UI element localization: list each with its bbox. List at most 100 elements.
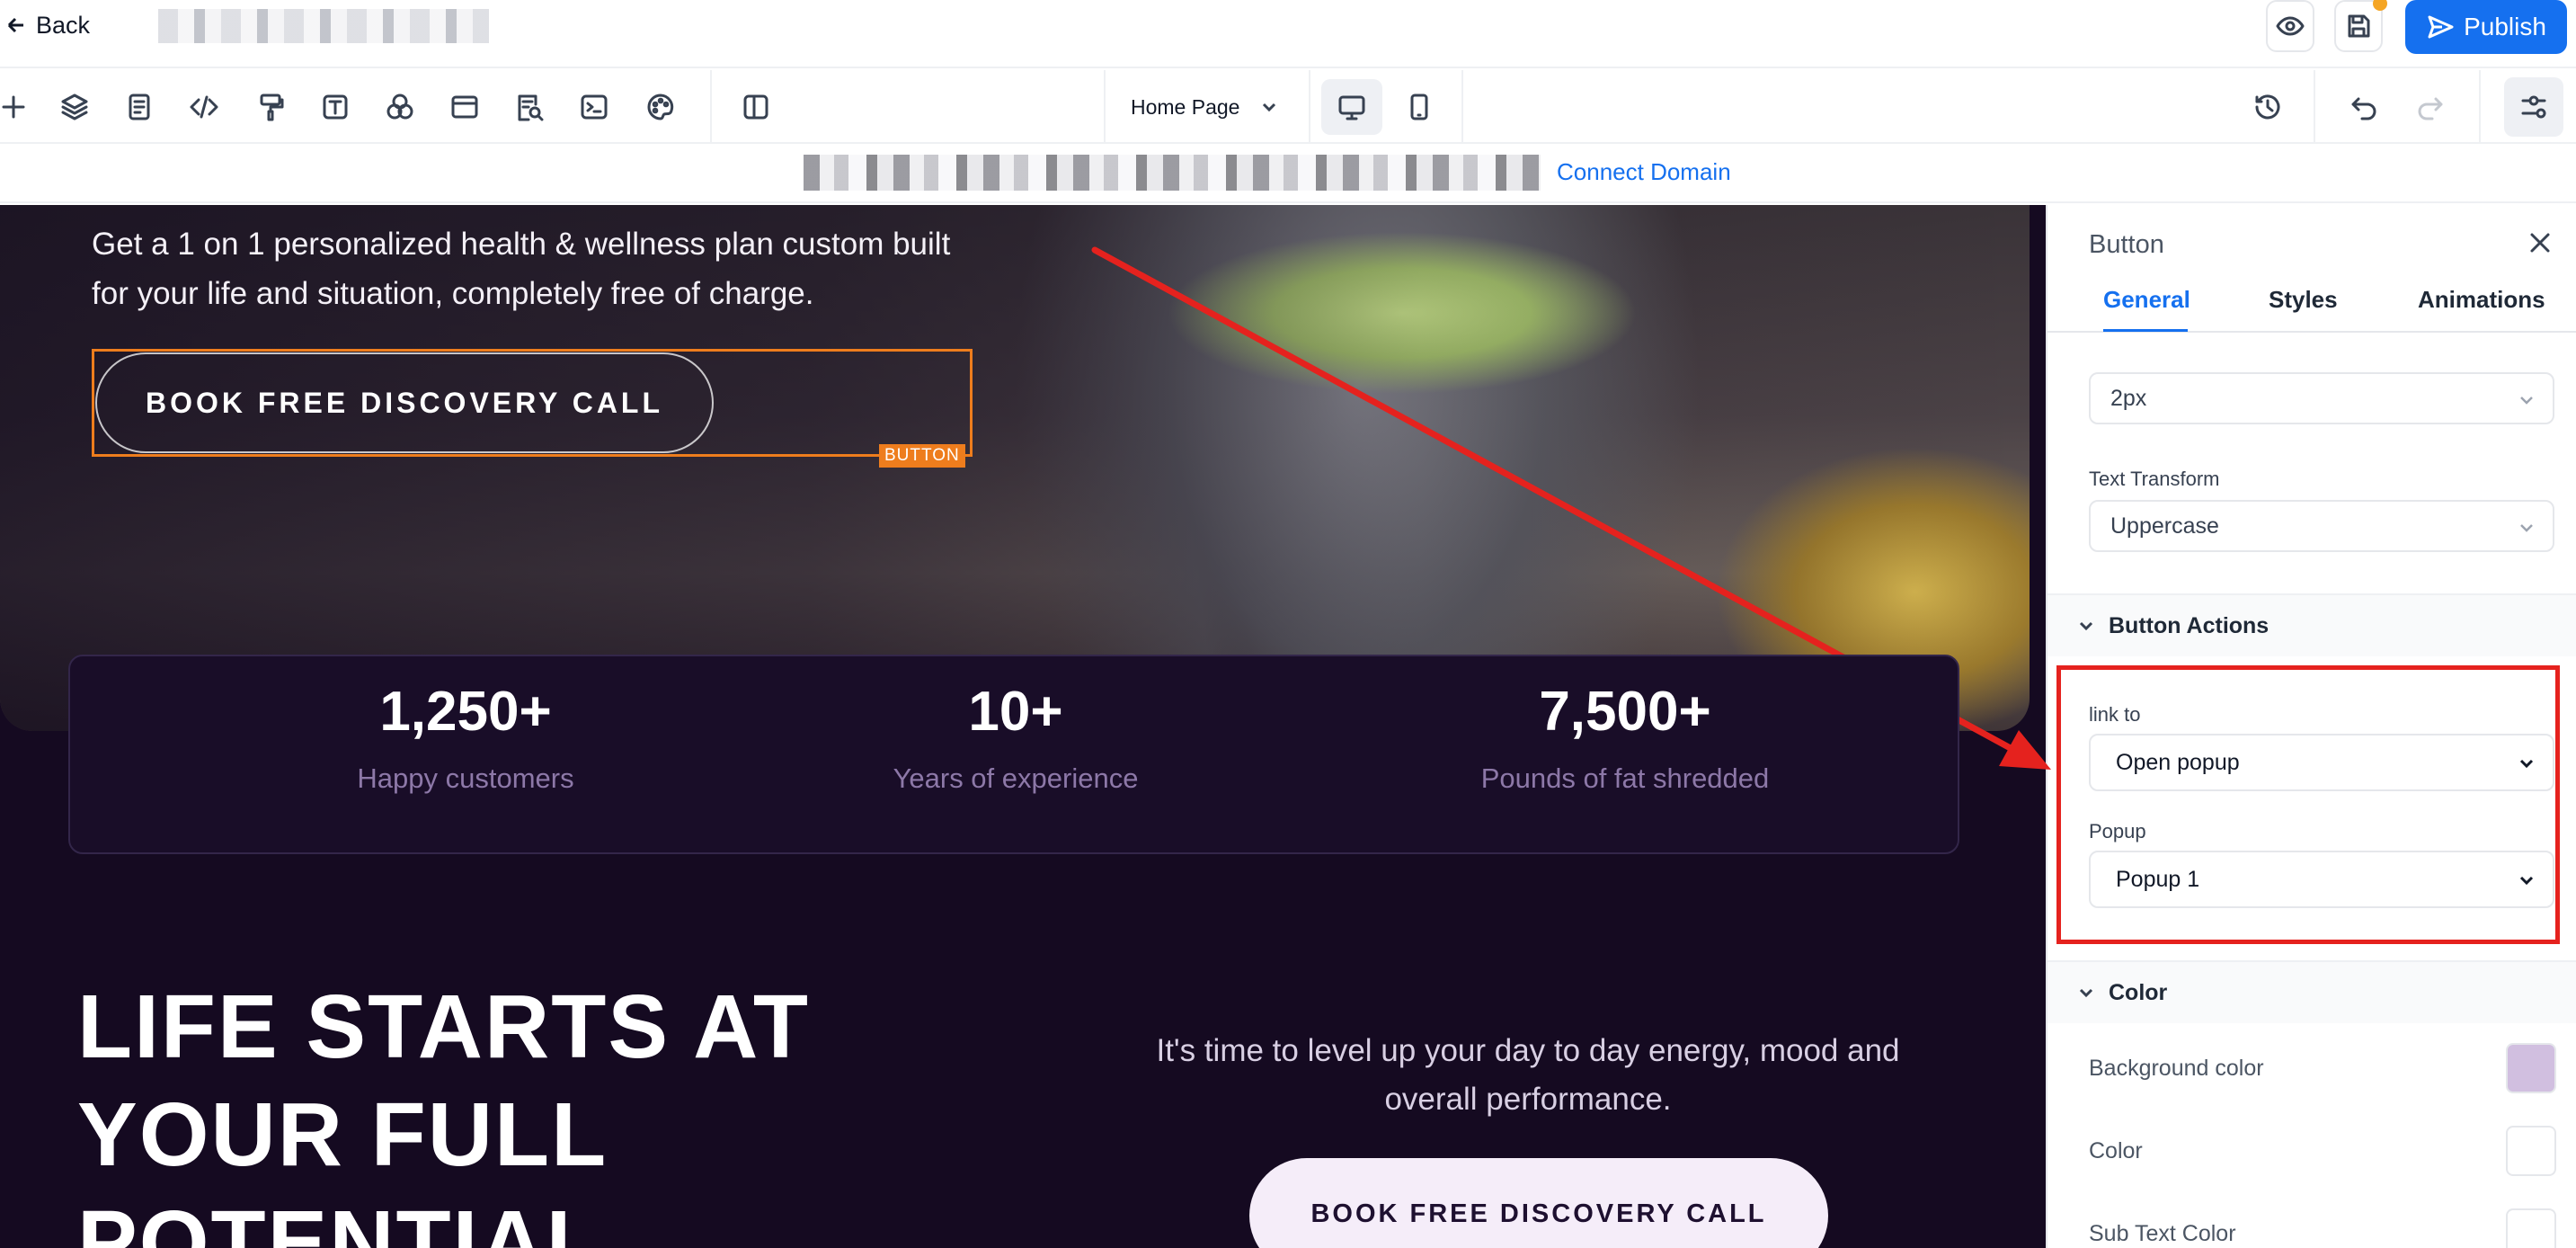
palette-icon bbox=[647, 94, 674, 120]
stat-item: 7,500+ Pounds of fat shredded bbox=[1409, 680, 1841, 795]
tab-styles[interactable]: Styles bbox=[2269, 286, 2338, 314]
redo-icon bbox=[2418, 97, 2443, 120]
hero-subtitle[interactable]: Get a 1 on 1 personalized health & welln… bbox=[92, 219, 973, 318]
chevron-down-icon bbox=[2520, 397, 2533, 405]
stat-item: 1,250+ Happy customers bbox=[250, 680, 681, 795]
publish-label: Publish bbox=[2464, 13, 2546, 40]
typography-button[interactable] bbox=[316, 88, 354, 126]
plus-icon bbox=[2, 95, 25, 119]
tab-animations[interactable]: Animations bbox=[2418, 286, 2545, 314]
layers-icon bbox=[61, 94, 88, 120]
document-icon bbox=[129, 94, 150, 120]
button-actions-section-header[interactable]: Button Actions bbox=[2047, 593, 2576, 656]
undo-button[interactable] bbox=[2346, 88, 2384, 126]
text-color-swatch[interactable] bbox=[2506, 1126, 2556, 1176]
history-icon bbox=[2255, 94, 2280, 120]
settings-panel-button[interactable] bbox=[2504, 77, 2563, 137]
panel-title: Button bbox=[2089, 230, 2164, 259]
subtext-color-swatch[interactable] bbox=[2506, 1208, 2556, 1248]
text-icon bbox=[323, 94, 348, 120]
add-element-button[interactable] bbox=[0, 88, 32, 126]
text-transform-label: Text Transform bbox=[2089, 468, 2220, 490]
stat-value: 10+ bbox=[968, 681, 1063, 743]
active-tab-indicator bbox=[2103, 329, 2188, 332]
styles-button[interactable] bbox=[252, 88, 289, 126]
properties-panel: Button General Styles Animations 2px Tex… bbox=[2046, 205, 2576, 1248]
hero-cta-button[interactable]: BOOK FREE DISCOVERY CALL bbox=[95, 352, 714, 453]
columns-icon bbox=[743, 94, 768, 120]
page-select[interactable]: Home Page bbox=[1106, 88, 1279, 126]
stat-label: Happy customers bbox=[357, 762, 574, 794]
chevron-down-icon bbox=[2079, 988, 2093, 998]
layers-button[interactable] bbox=[56, 88, 93, 126]
smartphone-icon bbox=[1410, 94, 1428, 120]
redo-button[interactable] bbox=[2411, 88, 2448, 126]
editor-toolbar: Home Page bbox=[0, 70, 2576, 144]
color-label: Color bbox=[2089, 1137, 2143, 1163]
unsaved-indicator-dot bbox=[2373, 0, 2387, 11]
annotation-highlight-box bbox=[2056, 665, 2560, 944]
terminal-icon bbox=[581, 94, 608, 120]
chevron-down-icon bbox=[1263, 103, 1276, 112]
top-bar: Back Publish bbox=[0, 0, 2576, 68]
sliders-icon bbox=[2521, 95, 2546, 119]
document-search-icon bbox=[518, 94, 544, 121]
stat-value: 7,500+ bbox=[1539, 681, 1711, 743]
subtext-color-row: Sub Text Color bbox=[2089, 1208, 2556, 1248]
preview-button[interactable] bbox=[2266, 0, 2314, 52]
button-actions-label: Button Actions bbox=[2109, 612, 2270, 638]
tab-general[interactable]: General bbox=[2103, 286, 2190, 314]
subtext-color-label: Sub Text Color bbox=[2089, 1220, 2236, 1246]
circles-icon bbox=[386, 94, 413, 120]
scripts-button[interactable] bbox=[575, 88, 613, 126]
code-icon bbox=[190, 95, 218, 119]
theme-button[interactable] bbox=[642, 88, 680, 126]
selected-element-tag: BUTTON bbox=[879, 444, 965, 468]
undo-icon bbox=[2351, 97, 2376, 120]
page-canvas: Get a 1 on 1 personalized health & welln… bbox=[0, 205, 2046, 1248]
popups-button[interactable] bbox=[446, 88, 484, 126]
background-color-row: Background color bbox=[2089, 1043, 2556, 1093]
site-name-redacted bbox=[158, 9, 489, 43]
desktop-view-button[interactable] bbox=[1321, 79, 1382, 135]
color-section-header[interactable]: Color bbox=[2047, 960, 2576, 1023]
split-view-button[interactable] bbox=[737, 88, 775, 126]
domain-bar: Connect Domain bbox=[0, 144, 2576, 203]
stats-card[interactable]: 1,250+ Happy customers 10+ Years of expe… bbox=[68, 655, 1959, 854]
history-button[interactable] bbox=[2249, 88, 2287, 126]
pages-button[interactable] bbox=[120, 88, 158, 126]
custom-code-button[interactable] bbox=[185, 88, 223, 126]
panel-tabs: General Styles Animations bbox=[2047, 268, 2576, 333]
colors-button[interactable] bbox=[381, 88, 419, 126]
section-body-text[interactable]: It's time to level up your day to day en… bbox=[1124, 1027, 1932, 1124]
eye-icon bbox=[2276, 16, 2305, 36]
mobile-view-button[interactable] bbox=[1395, 79, 1443, 135]
color-row: Color bbox=[2089, 1126, 2556, 1176]
stat-label: Years of experience bbox=[893, 762, 1139, 794]
text-transform-value: Uppercase bbox=[2110, 513, 2219, 539]
section-headline[interactable]: LIFE STARTS AT YOUR FULL POTENTIAL bbox=[77, 973, 1066, 1248]
close-icon[interactable] bbox=[2524, 227, 2556, 259]
letter-spacing-select[interactable]: 2px bbox=[2089, 372, 2554, 424]
publish-button[interactable]: Publish bbox=[2405, 0, 2567, 54]
section-cta-button[interactable]: BOOK FREE DISCOVERY CALL bbox=[1249, 1158, 1828, 1248]
window-icon bbox=[451, 95, 478, 119]
stat-label: Pounds of fat shredded bbox=[1480, 762, 1770, 794]
arrow-left-icon bbox=[7, 17, 23, 33]
page-select-value: Home Page bbox=[1131, 94, 1240, 119]
connect-domain-link[interactable]: Connect Domain bbox=[1557, 158, 1731, 186]
stat-item: 10+ Years of experience bbox=[800, 680, 1231, 795]
hero-section[interactable]: Get a 1 on 1 personalized health & welln… bbox=[0, 205, 2030, 731]
send-icon bbox=[2428, 15, 2454, 39]
chevron-down-icon bbox=[2520, 524, 2533, 532]
text-transform-select[interactable]: Uppercase bbox=[2089, 500, 2554, 552]
seo-button[interactable] bbox=[511, 88, 548, 126]
monitor-icon bbox=[1338, 95, 1365, 120]
chevron-down-icon bbox=[2079, 621, 2093, 631]
background-color-label: Background color bbox=[2089, 1055, 2264, 1081]
background-color-swatch[interactable] bbox=[2506, 1043, 2556, 1093]
back-button[interactable]: Back bbox=[0, 7, 90, 43]
color-section-label: Color bbox=[2109, 979, 2168, 1005]
stat-value: 1,250+ bbox=[379, 681, 552, 743]
back-label: Back bbox=[36, 11, 91, 39]
